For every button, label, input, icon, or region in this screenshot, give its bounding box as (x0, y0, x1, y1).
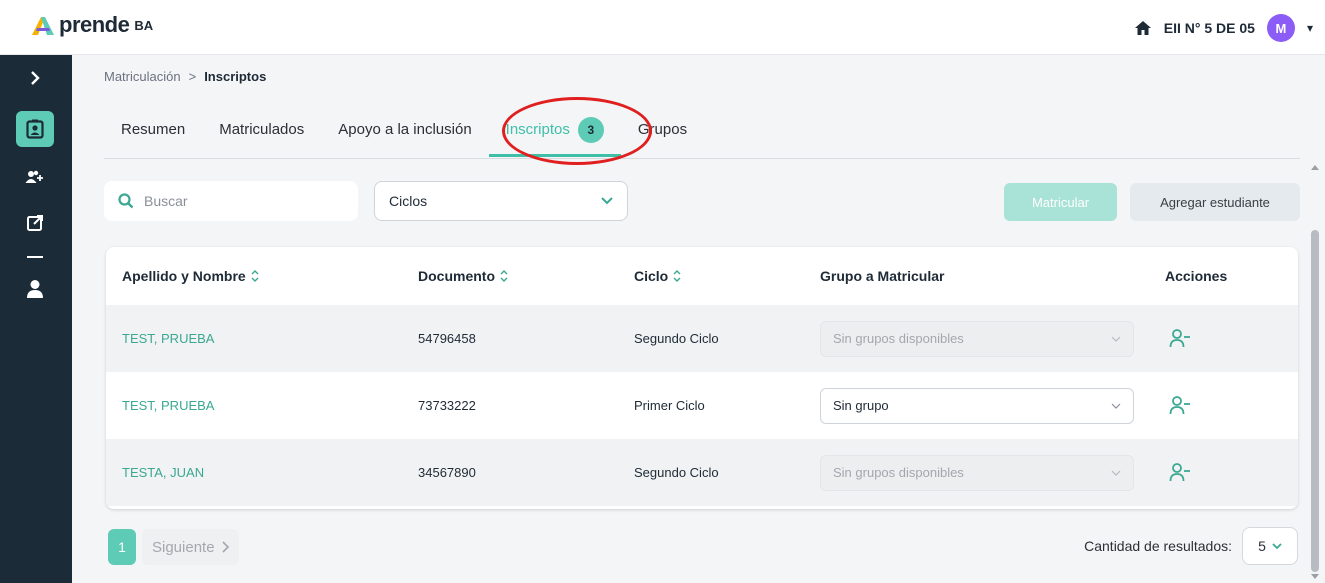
tab-resumen[interactable]: Resumen (104, 111, 202, 157)
group-select[interactable]: Sin grupo (820, 387, 1134, 424)
student-name-link[interactable]: TEST, PRUEBA (122, 331, 214, 346)
col-header-cycle[interactable]: Ciclo (634, 268, 682, 284)
remove-user-icon[interactable] (1169, 395, 1191, 417)
chevron-down-icon (1111, 336, 1121, 342)
logo-badge: BA (134, 17, 154, 33)
header-label: Acciones (1165, 268, 1228, 284)
sort-icon (500, 270, 508, 282)
chevron-right-icon (221, 541, 229, 553)
table-row: TEST, PRUEBA 54796458 Segundo Ciclo Sin … (106, 305, 1298, 372)
sort-icon (673, 270, 681, 282)
tab-label: Resumen (121, 121, 186, 138)
sidebar (0, 55, 72, 583)
main-content: Matriculación > Inscriptos Resumen Matri… (72, 55, 1325, 583)
results-select[interactable]: 5 (1242, 527, 1298, 565)
sidebar-expand[interactable] (16, 60, 54, 96)
search-box[interactable] (104, 181, 358, 221)
cycle-cell: Primer Ciclo (634, 398, 705, 413)
col-header-group: Grupo a Matricular (820, 268, 944, 284)
sidebar-item-perfil[interactable] (16, 271, 54, 307)
add-student-button[interactable]: Agregar estudiante (1130, 183, 1300, 221)
scroll-down-icon[interactable] (1308, 573, 1322, 581)
student-name-link[interactable]: TEST, PRUEBA (122, 398, 214, 413)
sidebar-divider (27, 256, 43, 258)
results-per-page: Cantidad de resultados: 5 (1084, 527, 1298, 565)
tab-label: Matriculados (219, 121, 305, 138)
next-label: Siguiente (152, 538, 215, 556)
col-header-document[interactable]: Documento (418, 268, 509, 284)
student-name-link[interactable]: TESTA, JUAN (122, 465, 204, 480)
ciclos-select-value: Ciclos (389, 193, 428, 209)
col-header-actions: Acciones (1165, 268, 1227, 284)
chevron-down-icon[interactable]: ▾ (1307, 21, 1313, 35)
results-label: Cantidad de resultados: (1084, 538, 1232, 554)
app-logo[interactable]: prende BA (30, 12, 153, 38)
chevron-down-icon (1111, 470, 1121, 476)
group-select-value: Sin grupos disponibles (833, 465, 964, 480)
cycle-cell: Segundo Ciclo (634, 465, 719, 480)
avatar[interactable]: M (1266, 14, 1295, 42)
matricular-button[interactable]: Matricular (1004, 183, 1117, 221)
logo-text: prende (59, 12, 130, 37)
tab-apoyo-inclusion[interactable]: Apoyo a la inclusión (321, 111, 488, 157)
breadcrumb-current: Inscriptos (204, 69, 267, 84)
highlight-annotation (502, 97, 652, 165)
next-page-button[interactable]: Siguiente (142, 529, 239, 565)
group-select-value: Sin grupos disponibles (833, 331, 964, 346)
group-select: Sin grupos disponibles (820, 454, 1134, 491)
users-plus-icon (25, 170, 43, 183)
table-header: Apellido y Nombre Documento Ciclo Grupo … (106, 247, 1298, 305)
header-label: Grupo a Matricular (820, 268, 945, 284)
document-cell: 34567890 (418, 465, 476, 480)
header-label: Ciclo (634, 268, 669, 284)
scroll-up-icon[interactable] (1308, 163, 1322, 171)
group-select: Sin grupos disponibles (820, 320, 1134, 357)
remove-user-icon[interactable] (1169, 462, 1191, 484)
school-name: EII N° 5 DE 05 (1163, 20, 1255, 36)
students-table: Apellido y Nombre Documento Ciclo Grupo … (106, 247, 1298, 509)
logo-mark-icon (32, 17, 54, 35)
scrollbar[interactable] (1308, 161, 1322, 581)
document-cell: 54796458 (418, 331, 476, 346)
ciclos-select[interactable]: Ciclos (374, 181, 628, 221)
sort-icon (251, 270, 259, 282)
external-link-icon (27, 215, 43, 231)
sidebar-item-inscripciones[interactable] (16, 111, 54, 147)
sidebar-item-usuarios[interactable] (16, 159, 54, 195)
pagination: 1 Siguiente (108, 529, 239, 565)
header-label: Apellido y Nombre (122, 268, 246, 284)
id-badge-icon (26, 119, 44, 139)
document-cell: 73733222 (418, 398, 476, 413)
col-header-name[interactable]: Apellido y Nombre (122, 268, 260, 284)
cycle-cell: Segundo Ciclo (634, 331, 719, 346)
scroll-thumb[interactable] (1311, 230, 1319, 572)
group-select-value: Sin grupo (833, 398, 889, 413)
breadcrumb-separator: > (188, 69, 197, 84)
header-label: Documento (418, 268, 495, 284)
remove-user-icon[interactable] (1169, 328, 1191, 350)
breadcrumb: Matriculación > Inscriptos (104, 69, 266, 84)
tab-label: Apoyo a la inclusión (338, 121, 472, 138)
tab-matriculados[interactable]: Matriculados (202, 111, 321, 157)
breadcrumb-link[interactable]: Matriculación (104, 69, 181, 84)
tab-bar: Resumen Matriculados Apoyo a la inclusió… (104, 111, 1300, 159)
top-bar: prende BA EII N° 5 DE 05 M ▾ (0, 0, 1325, 55)
chevron-right-icon (31, 71, 40, 85)
user-icon (27, 280, 43, 298)
table-row: TEST, PRUEBA 73733222 Primer Ciclo Sin g… (106, 372, 1298, 439)
search-icon (118, 193, 134, 209)
table-row: TESTA, JUAN 34567890 Segundo Ciclo Sin g… (106, 439, 1298, 506)
chevron-down-icon (1272, 542, 1282, 549)
chevron-down-icon (601, 197, 613, 205)
sidebar-item-enlace[interactable] (16, 205, 54, 241)
chevron-down-icon (1111, 403, 1121, 409)
page-number-button[interactable]: 1 (108, 529, 136, 565)
home-icon[interactable] (1134, 19, 1152, 37)
search-input[interactable] (144, 193, 334, 209)
results-select-value: 5 (1258, 538, 1266, 554)
